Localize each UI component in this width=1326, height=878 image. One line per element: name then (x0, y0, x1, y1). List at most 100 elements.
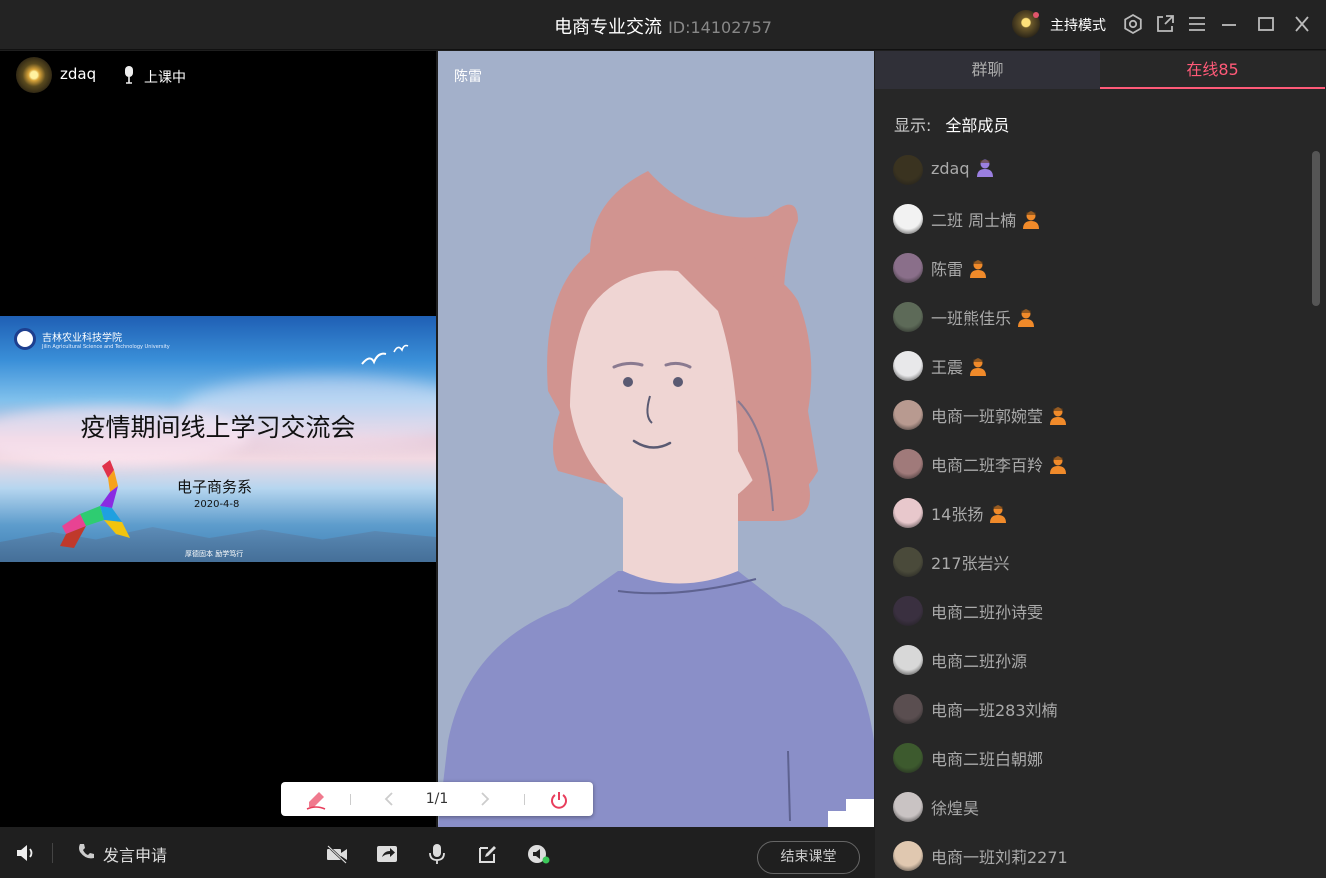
teacher-video-pane[interactable]: zdaq 上课中 吉林农业科技学院 Jilin Agricultural Sci… (0, 51, 436, 827)
member-name: 电商二班李百羚 (931, 452, 1067, 476)
member-name: 电商一班郭婉莹 (931, 403, 1067, 427)
member-row[interactable]: 徐煌昊 (875, 784, 1305, 833)
toolbar-separator (350, 794, 351, 805)
broadcast-icon[interactable] (526, 843, 550, 865)
member-name-text: 14张扬 (931, 505, 984, 524)
host-avatar[interactable] (1012, 10, 1040, 38)
speaker-icon[interactable] (14, 842, 36, 864)
student-role-icon (970, 260, 987, 278)
tab-online-members[interactable]: 在线85 (1100, 51, 1325, 89)
close-icon[interactable] (1291, 13, 1313, 35)
room-id: ID:14102757 (668, 18, 772, 37)
popout-icon[interactable] (1154, 13, 1176, 35)
member-name-text: 电商一班刘莉2271 (931, 848, 1068, 867)
default-avatar-illustration (438, 171, 874, 827)
member-name: 电商二班孙源 (931, 648, 1027, 672)
slide-toolbar: 1/1 (281, 782, 593, 816)
student-video-pane[interactable]: 陈雷 (438, 51, 874, 827)
member-name-text: 电商二班李百羚 (931, 456, 1044, 475)
menu-icon[interactable] (1186, 13, 1208, 35)
member-name: 电商一班刘莉2271 (931, 844, 1068, 868)
class-status: 上课中 (144, 70, 186, 86)
slide-school-name: 吉林农业科技学院 (42, 333, 122, 344)
side-panel: 群聊 在线85 显示: 全部成员 zdaq 二班 周士楠陈雷一班熊佳乐王震电商一班郭… (875, 51, 1326, 878)
end-class-button[interactable]: 结束课堂 (757, 841, 860, 874)
screen-share-icon[interactable] (375, 843, 399, 865)
member-name-text: 电商二班白朝娜 (931, 750, 1044, 769)
student-role-icon (1050, 456, 1067, 474)
member-row[interactable]: 电商二班白朝娜 (875, 735, 1305, 784)
member-name: zdaq (931, 158, 994, 178)
tab-group-chat[interactable]: 群聊 (875, 51, 1100, 89)
filter-value[interactable]: 全部成员 (945, 116, 1009, 135)
member-name-text: 电商一班郭婉莹 (931, 407, 1044, 426)
member-row[interactable]: 电商二班李百羚 (875, 441, 1305, 490)
member-name: 王震 (931, 354, 987, 378)
control-bar: 发言申请 结束课堂 (0, 827, 875, 878)
member-avatar (893, 449, 923, 479)
member-row[interactable]: 217张岩兴 (875, 539, 1305, 588)
previous-page-icon[interactable] (381, 790, 399, 808)
member-row[interactable]: 陈雷 (875, 245, 1305, 294)
member-avatar (893, 694, 923, 724)
member-row[interactable]: 王震 (875, 343, 1305, 392)
speak-request-button[interactable]: 发言申请 (103, 842, 167, 866)
member-name: 14张扬 (931, 501, 1007, 525)
student-video-name: 陈雷 (454, 69, 482, 85)
member-name: 217张岩兴 (931, 550, 1010, 574)
presentation-slide[interactable]: 吉林农业科技学院 Jilin Agricultural Science and … (0, 316, 436, 562)
member-row[interactable]: 一班熊佳乐 (875, 294, 1305, 343)
member-name: 陈雷 (931, 256, 987, 280)
member-name-text: 王震 (931, 358, 964, 377)
member-name-text: 电商二班孙源 (931, 652, 1028, 671)
deer-logo-icon (60, 460, 130, 548)
member-row[interactable]: 电商一班郭婉莹 (875, 392, 1305, 441)
birds-icon (361, 344, 409, 365)
minimize-icon[interactable] (1218, 13, 1240, 35)
phone-icon[interactable] (76, 842, 96, 862)
member-name: 电商一班283刘楠 (931, 697, 1058, 721)
host-mode-label[interactable]: 主持模式 (1050, 15, 1106, 35)
member-avatar (893, 596, 923, 626)
student-role-icon (1023, 211, 1040, 229)
annotate-pen-icon[interactable] (305, 789, 327, 811)
edit-icon[interactable] (476, 843, 500, 865)
member-name-text: 陈雷 (931, 260, 964, 279)
member-name: 电商二班孙诗雯 (931, 599, 1043, 623)
next-page-icon[interactable] (475, 790, 493, 808)
settings-icon[interactable] (1122, 13, 1144, 35)
control-divider (52, 843, 53, 863)
microphone-toggle-icon[interactable] (425, 843, 449, 865)
maximize-icon[interactable] (1255, 13, 1277, 35)
member-list-scrollbar[interactable] (1312, 151, 1320, 306)
slide-department: 电子商务系 (177, 478, 253, 496)
member-filter[interactable]: 显示: 全部成员 (894, 112, 1009, 136)
member-avatar (893, 841, 923, 871)
host-role-icon (976, 159, 993, 177)
member-avatar (893, 351, 923, 381)
member-avatar (893, 155, 923, 185)
member-name-text: 217张岩兴 (931, 554, 1010, 573)
student-role-icon (1050, 407, 1067, 425)
member-name-text: 电商一班283刘楠 (931, 701, 1058, 720)
member-avatar (893, 400, 923, 430)
member-row[interactable]: 电商一班283刘楠 (875, 686, 1305, 735)
member-avatar (893, 302, 923, 332)
filter-label: 显示: (894, 116, 932, 135)
member-row[interactable]: 14张扬 (875, 490, 1305, 539)
power-icon[interactable] (549, 790, 569, 810)
member-avatar (893, 204, 923, 234)
member-row[interactable]: 二班 周士楠 (875, 196, 1305, 245)
toolbar-separator (524, 794, 525, 805)
member-row[interactable]: 电商一班刘莉2271 (875, 833, 1305, 878)
member-avatar (893, 498, 923, 528)
member-name: 徐煌昊 (931, 795, 979, 819)
member-avatar (893, 645, 923, 675)
member-row[interactable]: 电商二班孙诗雯 (875, 588, 1305, 637)
member-avatar (893, 547, 923, 577)
student-role-icon (970, 358, 987, 376)
member-name-text: 一班熊佳乐 (931, 309, 1012, 328)
member-row[interactable]: zdaq (875, 147, 1305, 196)
camera-off-icon[interactable] (325, 843, 349, 865)
member-row[interactable]: 电商二班孙源 (875, 637, 1305, 686)
